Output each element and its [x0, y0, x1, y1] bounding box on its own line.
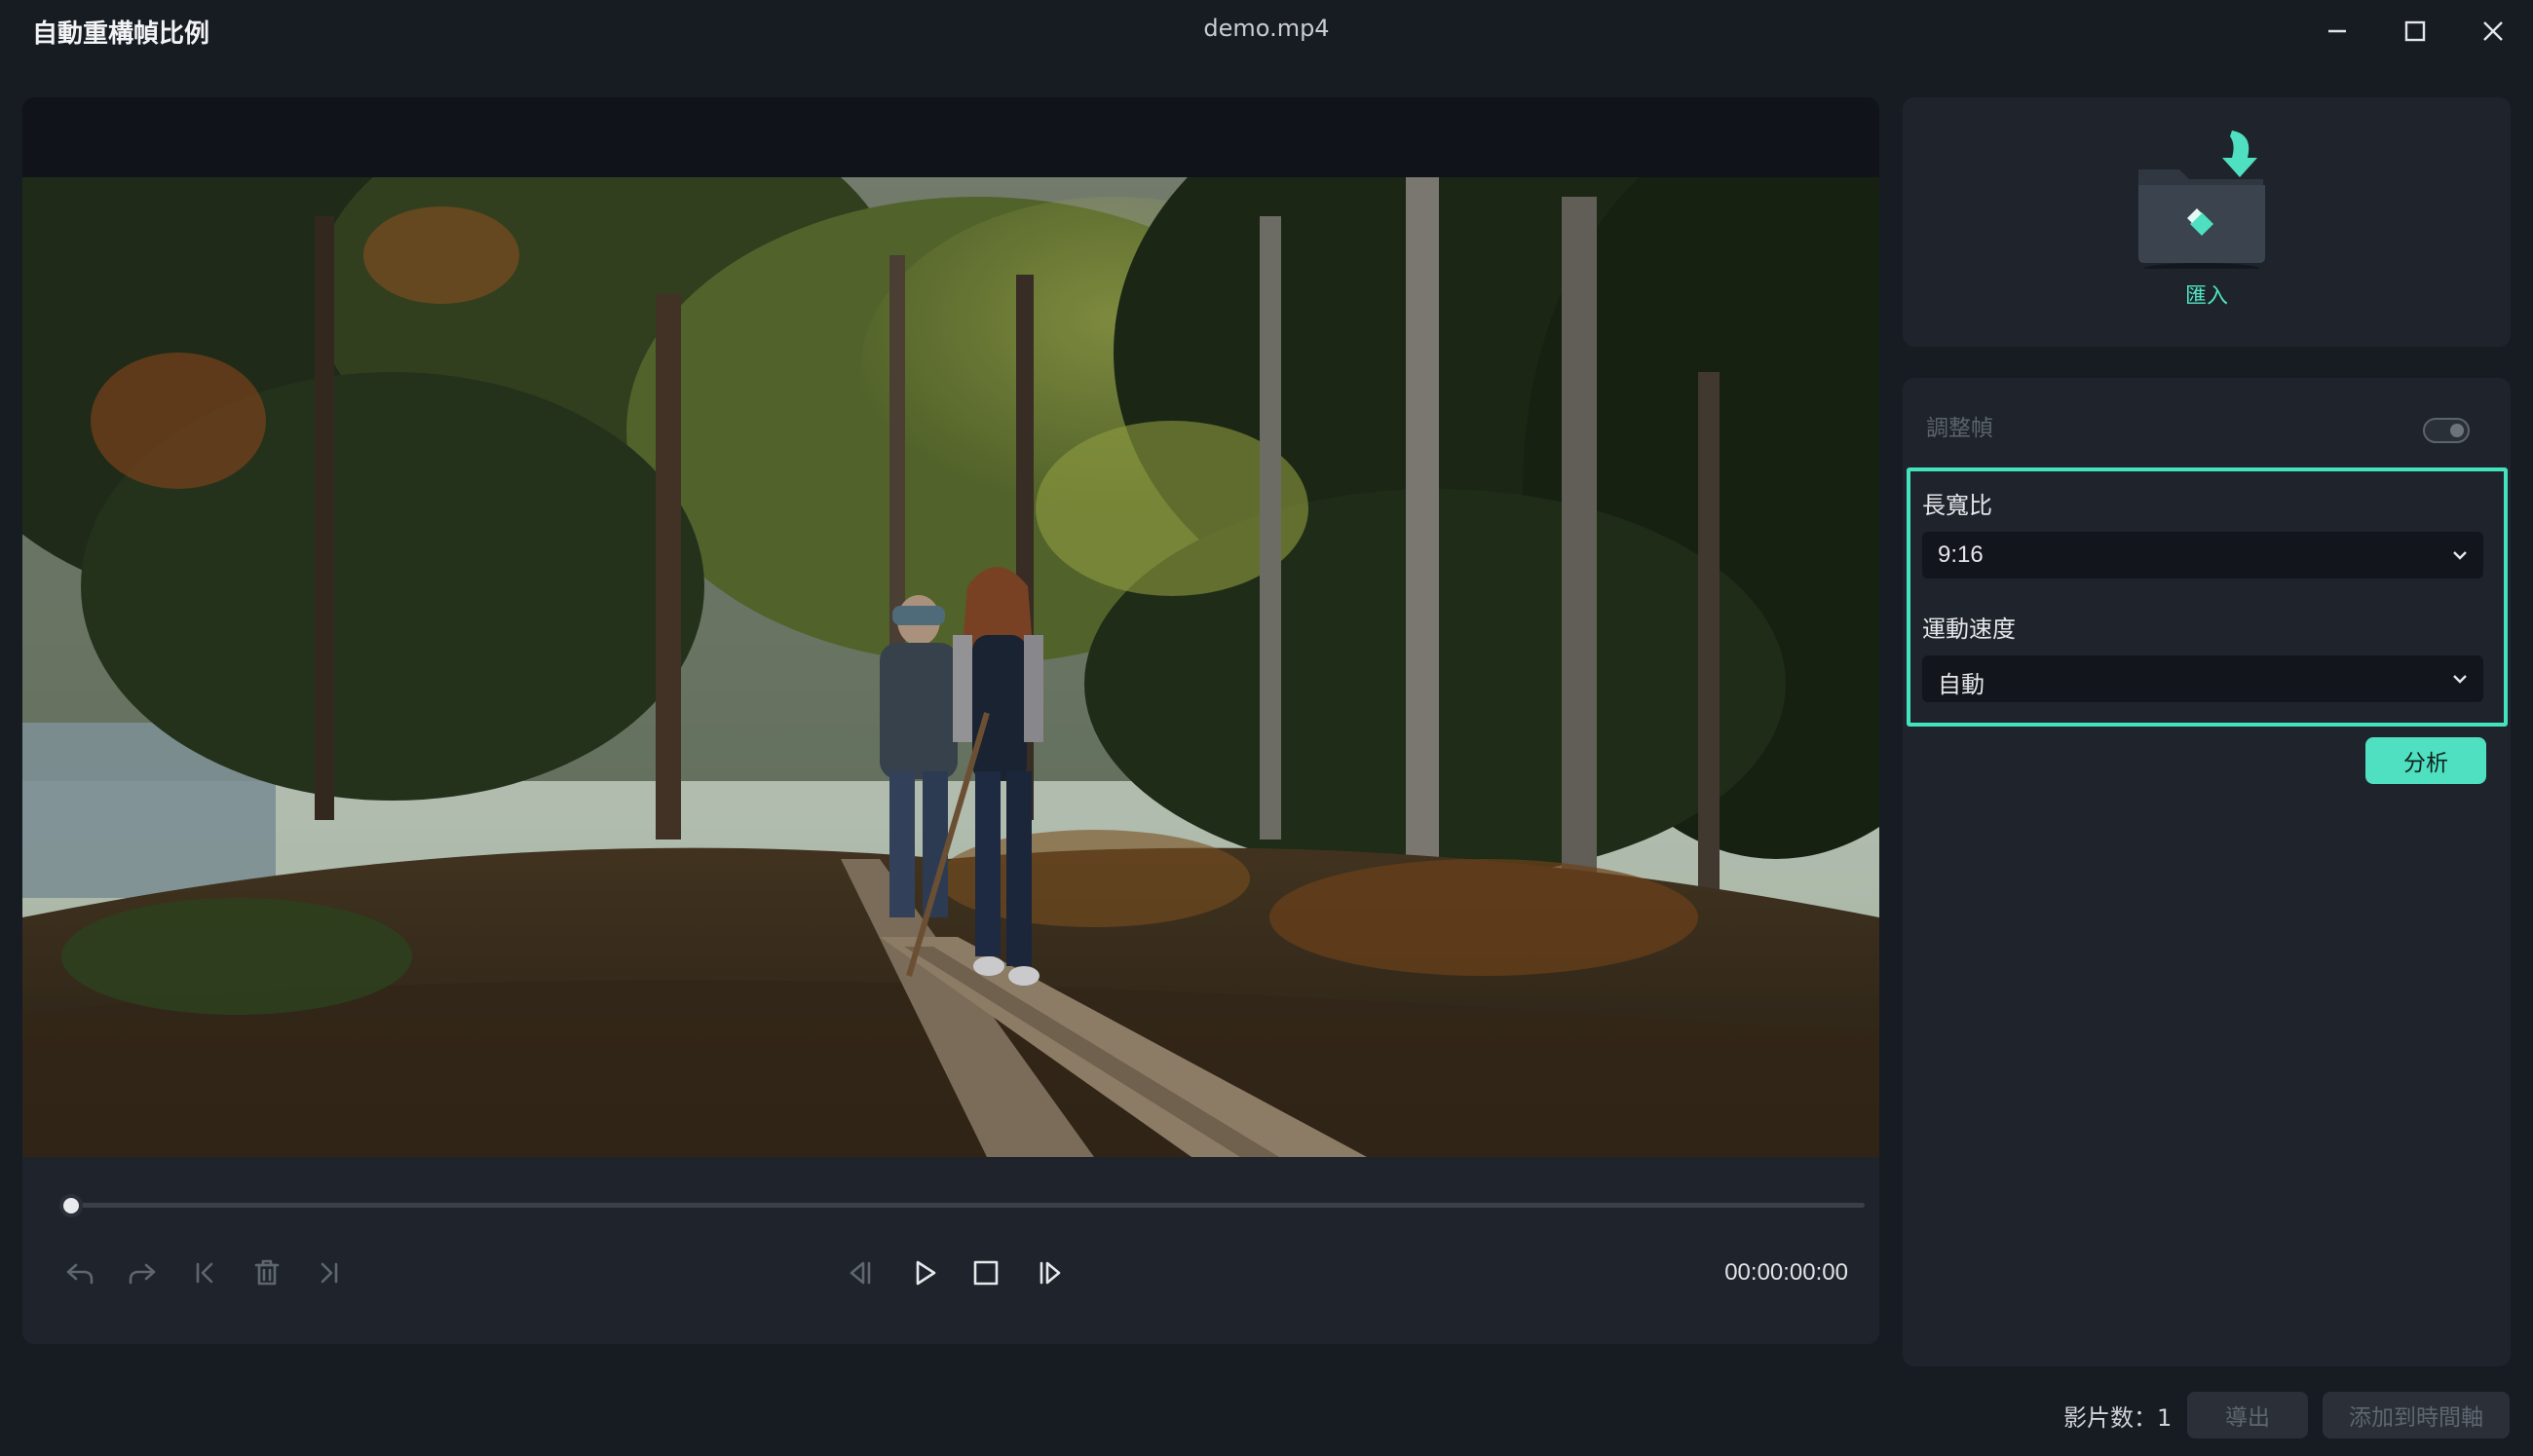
- previous-frame-icon: [850, 1261, 871, 1285]
- undo-button[interactable]: [57, 1251, 102, 1295]
- maximize-icon: [2404, 20, 2426, 42]
- title-bar: 自動重構幀比例 demo.mp4: [0, 0, 2533, 64]
- undo-icon: [66, 1263, 94, 1285]
- adjust-frame-toggle[interactable]: [2423, 418, 2470, 443]
- file-name: demo.mp4: [1203, 15, 1330, 42]
- seek-bar[interactable]: [67, 1203, 1865, 1208]
- next-frame-button[interactable]: [1028, 1251, 1073, 1295]
- stop-button[interactable]: [964, 1251, 1008, 1295]
- forest-hikers-frame: [22, 177, 1879, 1157]
- close-button[interactable]: [2459, 8, 2527, 55]
- redo-button[interactable]: [120, 1251, 165, 1295]
- video-player: 00:00:00:00: [22, 97, 1879, 1344]
- chevron-down-icon: [2450, 669, 2470, 692]
- motion-speed-label: 運動速度: [1922, 616, 2016, 643]
- settings-panel: 調整幀 長寬比 9:16 運動速度 自動 分析: [1903, 378, 2511, 1366]
- aspect-ratio-select[interactable]: 9:16: [1922, 532, 2483, 579]
- import-folder-icon: [2138, 131, 2265, 269]
- toggle-knob: [2450, 424, 2464, 437]
- go-to-start-button[interactable]: [182, 1251, 227, 1295]
- import-panel[interactable]: 匯入: [1903, 97, 2511, 347]
- add-to-timeline-button[interactable]: 添加到時間軸: [2323, 1392, 2510, 1438]
- video-preview[interactable]: [22, 177, 1879, 1157]
- go-to-end-button[interactable]: [307, 1251, 352, 1295]
- motion-speed-select[interactable]: 自動: [1922, 655, 2483, 702]
- go-to-start-icon: [196, 1262, 213, 1284]
- seek-handle[interactable]: [59, 1194, 83, 1217]
- timecode: 00:00:00:00: [1724, 1259, 1848, 1286]
- previous-frame-button[interactable]: [838, 1251, 883, 1295]
- stop-icon: [973, 1260, 999, 1286]
- adjust-frame-label: 調整幀: [1926, 416, 1993, 441]
- clip-count: 影片数：1: [2063, 1404, 2173, 1432]
- redo-icon: [129, 1263, 156, 1285]
- auto-reframe-window: 自動重構幀比例 demo.mp4 00:00:00:00 匯入 調整幀 長寬比 …: [0, 0, 2533, 1456]
- delete-button[interactable]: [245, 1251, 289, 1295]
- next-frame-icon: [1040, 1261, 1061, 1285]
- delete-icon: [254, 1259, 280, 1286]
- aspect-ratio-value: 9:16: [1938, 541, 1984, 568]
- go-to-end-icon: [321, 1262, 338, 1284]
- motion-speed-value: 自動: [1938, 672, 1985, 698]
- close-icon: [2483, 21, 2503, 41]
- import-label: 匯入: [2184, 284, 2228, 309]
- play-button[interactable]: [902, 1251, 947, 1295]
- video-letterbox: [22, 97, 1879, 177]
- minimize-icon: [2328, 29, 2346, 33]
- minimize-button[interactable]: [2303, 8, 2371, 55]
- maximize-button[interactable]: [2381, 8, 2449, 55]
- play-icon: [916, 1260, 936, 1286]
- analyze-button[interactable]: 分析: [2365, 737, 2486, 784]
- chevron-down-icon: [2450, 545, 2470, 569]
- aspect-ratio-label: 長寬比: [1922, 492, 1992, 519]
- export-button[interactable]: 導出: [2187, 1392, 2308, 1438]
